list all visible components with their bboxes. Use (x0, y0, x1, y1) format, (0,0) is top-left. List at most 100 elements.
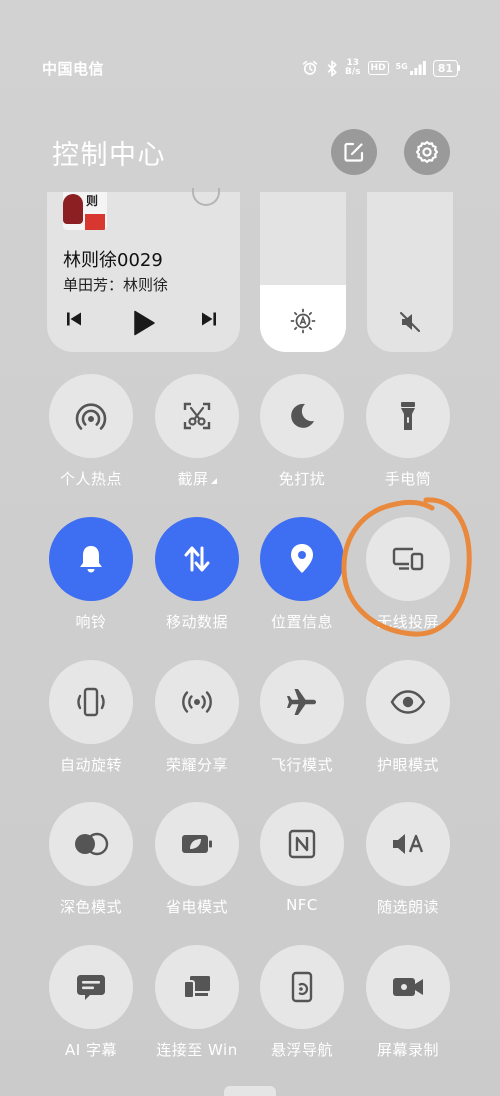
gear-icon (415, 140, 439, 164)
tile-label: 移动数据 (165, 613, 228, 631)
battery-saver-icon (182, 835, 212, 853)
tile-label: 护眼模式 (376, 756, 439, 774)
play-button[interactable] (132, 310, 156, 336)
tile-nfc[interactable]: NFC (260, 802, 344, 914)
auto-rotate-icon (77, 687, 105, 717)
auto-brightness-icon (260, 308, 346, 334)
connect-win-icon (183, 976, 210, 999)
tile-label: 截屏 (155, 468, 239, 489)
connect-win-button[interactable] (155, 945, 239, 1029)
tile-label: 屏幕录制 (376, 1041, 439, 1059)
page-title: 控制中心 (52, 139, 166, 171)
edit-button[interactable] (331, 129, 377, 175)
next-button[interactable] (200, 310, 218, 328)
tile-hotspot[interactable]: 个人热点 (49, 374, 133, 489)
battery-level: 81 (432, 59, 458, 77)
expand-indicator-icon (210, 478, 217, 484)
song-artist: 单田芳：林则徐 (63, 276, 169, 294)
eye-comfort-button[interactable] (366, 660, 450, 744)
moon-icon (291, 403, 314, 428)
play-icon (134, 310, 155, 336)
nfc-button[interactable] (260, 802, 344, 886)
tile-screen-cast[interactable]: 无线投屏 (366, 517, 450, 632)
edit-icon (344, 142, 364, 162)
tile-label: 个人热点 (59, 470, 122, 488)
tile-read-aloud[interactable]: 随选朗读 (366, 802, 450, 917)
tile-label: 省电模式 (165, 898, 228, 916)
audio-output-icon[interactable] (192, 188, 220, 206)
dark-mode-button[interactable] (49, 802, 133, 886)
floating-nav-button[interactable] (260, 945, 344, 1029)
read-aloud-button[interactable] (366, 802, 450, 886)
tile-mobile-data[interactable]: 移动数据 (155, 517, 239, 632)
ai-subtitles-button[interactable] (49, 945, 133, 1029)
airplane-mode-button[interactable] (260, 660, 344, 744)
volume-slider[interactable] (367, 192, 453, 352)
tile-label: AI 字幕 (65, 1041, 117, 1059)
screen-cast-button[interactable] (366, 517, 450, 601)
bluetooth-icon (326, 60, 338, 77)
power-saving-button[interactable] (155, 802, 239, 886)
flashlight-button[interactable] (366, 374, 450, 458)
tile-flashlight[interactable]: 手电筒 (366, 374, 450, 489)
settings-button[interactable] (404, 129, 450, 175)
tile-ai-subtitles[interactable]: AI 字幕 (49, 945, 133, 1060)
eye-icon (390, 690, 426, 714)
signal-bars-icon (409, 61, 426, 75)
tile-screen-record[interactable]: 屏幕录制 (366, 945, 450, 1060)
flashlight-icon (401, 402, 415, 430)
battery-indicator: 81 (432, 59, 460, 77)
tile-floating-nav[interactable]: 悬浮导航 (260, 945, 344, 1060)
do-not-disturb-button[interactable] (260, 374, 344, 458)
screen-record-button[interactable] (366, 945, 450, 1029)
network-type: 5G (395, 62, 408, 71)
skip-next-icon (202, 312, 216, 326)
location-icon (291, 544, 313, 573)
tile-label: 响铃 (75, 613, 107, 631)
cellular-signal: 5G (396, 61, 426, 75)
tile-location[interactable]: 位置信息 (260, 517, 344, 632)
location-button[interactable] (260, 517, 344, 601)
auto-rotate-button[interactable] (49, 660, 133, 744)
floating-nav-icon (291, 971, 313, 1003)
media-player-card[interactable]: 则 林则徐0029 单田芳：林则徐 (47, 188, 240, 352)
mobile-data-icon (184, 546, 210, 572)
tile-airplane-mode[interactable]: 飞行模式 (260, 660, 344, 775)
alarm-icon (301, 59, 319, 77)
tile-eye-comfort[interactable]: 护眼模式 (366, 660, 450, 775)
screenshot-button[interactable] (155, 374, 239, 458)
album-text: 则 (86, 194, 99, 208)
tile-label: 连接至 Win (156, 1041, 238, 1059)
tile-dark-mode[interactable]: 深色模式 (49, 802, 133, 917)
skip-previous-icon (67, 312, 81, 326)
previous-button[interactable] (65, 310, 83, 328)
tile-screenshot[interactable]: 截屏 (155, 374, 239, 489)
brightness-slider[interactable] (260, 192, 346, 352)
volume-muted-icon (367, 310, 453, 334)
control-center-header: 控制中心 (52, 128, 450, 176)
tile-do-not-disturb[interactable]: 免打扰 (260, 374, 344, 489)
tile-ringer[interactable]: 响铃 (49, 517, 133, 632)
tile-power-saving[interactable]: 省电模式 (155, 802, 239, 917)
network-speed: 13 B/s (345, 59, 361, 77)
tile-label: 免打扰 (278, 470, 326, 488)
tile-label: 飞行模式 (270, 756, 333, 774)
screen-record-icon (393, 978, 423, 996)
battery-tip (458, 65, 460, 71)
tile-honor-share[interactable]: 荣耀分享 (155, 660, 239, 775)
bottom-handle[interactable] (224, 1086, 276, 1096)
hotspot-button[interactable] (49, 374, 133, 458)
tile-label: 悬浮导航 (270, 1041, 333, 1059)
mobile-data-button[interactable] (155, 517, 239, 601)
screenshot-icon (183, 402, 211, 430)
tile-auto-rotate[interactable]: 自动旋转 (49, 660, 133, 775)
honor-share-button[interactable] (155, 660, 239, 744)
ringer-button[interactable] (49, 517, 133, 601)
airplane-icon (287, 689, 316, 715)
hd-badge: HD (367, 61, 389, 75)
album-figure (63, 194, 83, 224)
subtitle-icon (77, 975, 105, 1000)
tile-connect-win[interactable]: 连接至 Win (155, 945, 239, 1060)
bell-icon (80, 546, 102, 573)
album-art[interactable]: 则 (63, 192, 107, 230)
